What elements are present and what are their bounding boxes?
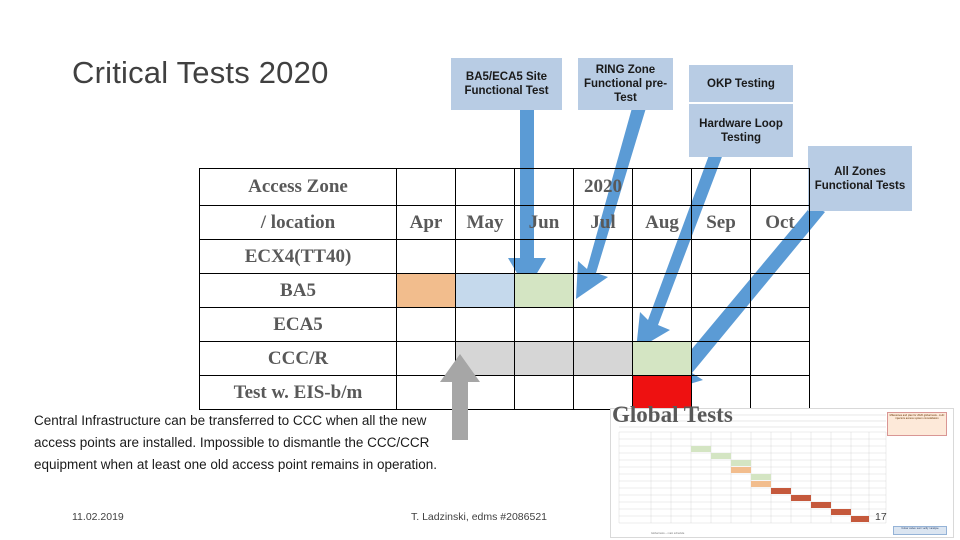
header-month-apr: Apr bbox=[396, 205, 456, 240]
callout-hardware-loop-testing[interactable]: Hardware Loop Testing bbox=[689, 104, 793, 157]
cell-ba5-jun bbox=[514, 273, 574, 308]
global-tests-title: Global Tests bbox=[612, 402, 733, 427]
header-month-jun: Jun bbox=[514, 205, 574, 240]
cell-ba5-oct bbox=[750, 273, 810, 308]
cell-eca5-jul bbox=[573, 307, 633, 342]
cell-cccr-jul bbox=[573, 341, 633, 376]
cell-ecx4-sep bbox=[691, 239, 751, 274]
cell-eca5-jun bbox=[514, 307, 574, 342]
cell-ecx4-jul bbox=[573, 239, 633, 274]
cell-ba5-sep bbox=[691, 273, 751, 308]
thumbnail-footer-note: Global tests – main schedule bbox=[651, 532, 685, 535]
year-cell-pad-6 bbox=[750, 168, 810, 206]
cell-test-eis-oct bbox=[750, 375, 810, 410]
header-month-sep: Sep bbox=[691, 205, 751, 240]
cell-ecx4-apr bbox=[396, 239, 456, 274]
cell-cccr-jun bbox=[514, 341, 574, 376]
schedule-table: Access Zone 2020 / location Apr May Jun … bbox=[199, 168, 810, 410]
header-year: 2020 bbox=[573, 168, 633, 206]
year-cell-pad-1 bbox=[396, 168, 456, 206]
page-title: Critical Tests 2020 bbox=[72, 55, 329, 90]
footer-date: 11.02.2019 bbox=[72, 511, 124, 523]
row-label-ba5: BA5 bbox=[199, 273, 397, 308]
footer-author: T. Ladzinski, edms #2086521 bbox=[411, 511, 548, 523]
cell-ecx4-oct bbox=[750, 239, 810, 274]
header-access-zone-line1: Access Zone bbox=[199, 168, 397, 206]
table-row: CCC/R bbox=[199, 341, 810, 376]
row-label-ecx4: ECX4(TT40) bbox=[199, 239, 397, 274]
thumbnail-side-title: Milestones and plan for 2020 global test… bbox=[887, 412, 947, 436]
cell-eca5-apr bbox=[396, 307, 456, 342]
year-cell-pad-5 bbox=[691, 168, 751, 206]
body-paragraph: Central Infrastructure can be transferre… bbox=[34, 413, 437, 472]
cell-eca5-aug bbox=[632, 307, 692, 342]
cell-eca5-oct bbox=[750, 307, 810, 342]
table-header-row-months: / location Apr May Jun Jul Aug Sep Oct bbox=[199, 205, 810, 240]
callout-okp-testing[interactable]: OKP Testing bbox=[689, 65, 793, 102]
table-header-row-year: Access Zone 2020 bbox=[199, 168, 810, 206]
callout-ba5-eca5-site-functional-test[interactable]: BA5/ECA5 Site Functional Test bbox=[451, 58, 562, 110]
thumbnail-side-note: Colour codes: test / verify / analyse bbox=[893, 526, 947, 535]
table-row: ECX4(TT40) bbox=[199, 239, 810, 274]
callout-all-zones-functional-tests[interactable]: All Zones Functional Tests bbox=[808, 146, 912, 211]
year-cell-pad-4 bbox=[632, 168, 692, 206]
cell-ba5-apr bbox=[396, 273, 456, 308]
cell-ba5-may bbox=[455, 273, 515, 308]
cell-ecx4-may bbox=[455, 239, 515, 274]
year-cell-pad-2 bbox=[455, 168, 515, 206]
header-access-zone-line2: / location bbox=[199, 205, 397, 240]
row-label-cccr: CCC/R bbox=[199, 341, 397, 376]
cell-ecx4-jun bbox=[514, 239, 574, 274]
footer-page-number: 17 bbox=[875, 511, 887, 523]
cell-eca5-sep bbox=[691, 307, 751, 342]
cell-test-eis-jun bbox=[514, 375, 574, 410]
header-month-may: May bbox=[455, 205, 515, 240]
cell-ecx4-aug bbox=[632, 239, 692, 274]
cell-ba5-aug bbox=[632, 273, 692, 308]
cell-eca5-may bbox=[455, 307, 515, 342]
row-label-test-eis: Test w. EIS-b/m bbox=[199, 375, 397, 410]
header-month-jul: Jul bbox=[573, 205, 633, 240]
header-month-aug: Aug bbox=[632, 205, 692, 240]
header-month-oct: Oct bbox=[750, 205, 810, 240]
cell-cccr-oct bbox=[750, 341, 810, 376]
cell-ba5-jul bbox=[573, 273, 633, 308]
year-cell-pad-3 bbox=[514, 168, 574, 206]
table-row: ECA5 bbox=[199, 307, 810, 342]
table-row: BA5 bbox=[199, 273, 810, 308]
cell-cccr-sep bbox=[691, 341, 751, 376]
row-label-eca5: ECA5 bbox=[199, 307, 397, 342]
slide-canvas: Critical Tests 2020 BA5/ECA5 Site Functi… bbox=[0, 0, 960, 540]
cell-cccr-aug bbox=[632, 341, 692, 376]
callout-ring-zone-functional-pre-test[interactable]: RING Zone Functional pre-Test bbox=[578, 58, 673, 110]
